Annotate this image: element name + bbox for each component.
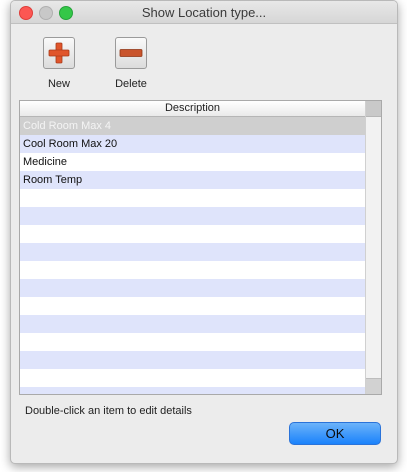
- table-row[interactable]: [20, 297, 365, 315]
- table-row[interactable]: [20, 333, 365, 351]
- table-row[interactable]: [20, 207, 365, 225]
- table-row[interactable]: [20, 261, 365, 279]
- new-label: New: [47, 78, 70, 90]
- scrollbar-bottom: [366, 378, 381, 394]
- ok-button[interactable]: OK: [289, 422, 381, 445]
- new-button[interactable]: New: [33, 37, 85, 90]
- table-row[interactable]: [20, 369, 365, 387]
- table-row[interactable]: [20, 243, 365, 261]
- column-header-description[interactable]: Description: [20, 101, 365, 117]
- plus-icon: [43, 37, 75, 69]
- table-row[interactable]: [20, 279, 365, 297]
- table-row[interactable]: [20, 387, 365, 394]
- location-type-table[interactable]: Description Cold Room Max 4 Cool Room Max…: [19, 100, 382, 395]
- table-row[interactable]: [20, 225, 365, 243]
- table-row[interactable]: Room Temp: [20, 171, 365, 189]
- table-row[interactable]: [20, 351, 365, 369]
- delete-button[interactable]: Delete: [105, 37, 157, 90]
- vertical-scrollbar[interactable]: [365, 101, 381, 394]
- table-row[interactable]: [20, 315, 365, 333]
- minus-icon: [115, 37, 147, 69]
- table-rows: Cold Room Max 4 Cool Room Max 20 Medicine R…: [20, 117, 365, 394]
- window-title: Show Location type...: [141, 5, 267, 20]
- edit-hint-text: Double-click an item to edit details: [25, 405, 192, 417]
- scrollbar-corner: [366, 101, 381, 117]
- title-bar[interactable]: Show Location type...: [11, 1, 397, 24]
- table-row[interactable]: Cool Room Max 20: [20, 135, 365, 153]
- table-row[interactable]: Medicine: [20, 153, 365, 171]
- delete-label: Delete: [115, 78, 147, 90]
- table-row[interactable]: [20, 189, 365, 207]
- dialog-window: Show Location type... New Delete Descrip…: [10, 0, 398, 464]
- table-row[interactable]: Cold Room Max 4: [20, 117, 365, 135]
